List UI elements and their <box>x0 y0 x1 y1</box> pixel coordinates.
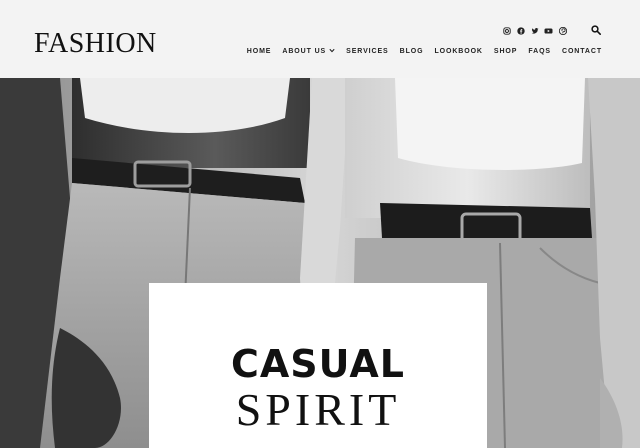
hero-title-line-2: SPIRIT <box>235 384 401 435</box>
nav-item-about-us[interactable]: ABOUT US <box>282 48 335 55</box>
social-links <box>502 26 567 35</box>
search-icon[interactable] <box>590 24 602 36</box>
chevron-down-icon <box>329 48 335 55</box>
nav-item-home[interactable]: HOME <box>247 48 272 55</box>
nav-item-faqs[interactable]: FAQS <box>528 48 551 55</box>
nav-item-services[interactable]: SERVICES <box>346 48 388 55</box>
nav-item-contact[interactable]: CONTACT <box>562 48 602 55</box>
nav-item-label: SERVICES <box>346 48 389 55</box>
nav-item-lookbook[interactable]: LOOKBOOK <box>434 48 482 55</box>
nav-item-label: CONTACT <box>562 48 602 55</box>
twitter-icon[interactable] <box>530 26 539 35</box>
facebook-icon[interactable] <box>516 26 525 35</box>
nav-item-label: BLOG <box>399 48 424 55</box>
nav-item-blog[interactable]: BLOG <box>400 48 424 55</box>
site-logo[interactable]: FASHION <box>34 30 157 58</box>
hero-title-line-1: CASUAL <box>231 342 405 386</box>
pinterest-icon[interactable] <box>558 26 567 35</box>
nav-item-label: SHOP <box>493 48 518 55</box>
hero-title-card: CASUAL SPIRIT <box>149 283 487 448</box>
nav-item-label: HOME <box>246 48 272 55</box>
site-header: FASHION HOME ABOUT US SERVICES BLOG LOOK… <box>0 0 640 78</box>
main-navigation: HOME ABOUT US SERVICES BLOG LOOKBOOK SHO… <box>247 48 602 55</box>
nav-item-label: FAQS <box>528 48 551 55</box>
youtube-icon[interactable] <box>544 26 553 35</box>
nav-item-label: LOOKBOOK <box>434 48 483 55</box>
nav-item-shop[interactable]: SHOP <box>494 48 517 55</box>
instagram-icon[interactable] <box>502 26 511 35</box>
nav-item-label: ABOUT US <box>282 48 327 55</box>
